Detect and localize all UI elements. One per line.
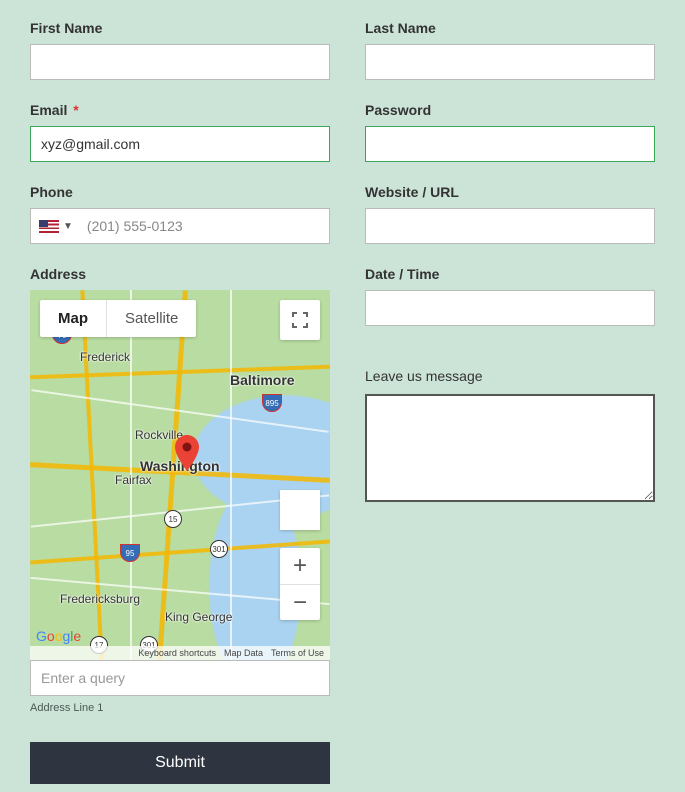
phone-input-wrap: ▼ xyxy=(30,208,330,244)
city-fairfax: Fairfax xyxy=(115,473,152,487)
map[interactable]: Frederick Baltimore Rockville Washington… xyxy=(30,290,330,660)
us-flag-icon xyxy=(39,220,59,233)
email-input[interactable] xyxy=(30,126,330,162)
datetime-label: Date / Time xyxy=(365,266,655,282)
zoom-out-button[interactable]: − xyxy=(280,584,320,620)
google-logo: Google xyxy=(36,628,81,644)
first-name-input[interactable] xyxy=(30,44,330,80)
datetime-input[interactable] xyxy=(365,290,655,326)
last-name-label: Last Name xyxy=(365,20,655,36)
map-type-toggle: Map Satellite xyxy=(40,300,196,337)
message-label: Leave us message xyxy=(365,368,655,384)
email-label: Email * xyxy=(30,102,330,118)
pegman-placeholder[interactable] xyxy=(280,490,320,530)
address-label: Address xyxy=(30,266,330,282)
phone-group: Phone ▼ xyxy=(30,184,330,244)
website-label: Website / URL xyxy=(365,184,655,200)
datetime-group: Date / Time xyxy=(365,266,655,326)
city-fredericksburg: Fredericksburg xyxy=(60,592,140,606)
city-king-george: King George xyxy=(165,610,232,624)
first-name-label: First Name xyxy=(30,20,330,36)
zoom-control: + − xyxy=(280,548,320,620)
caret-down-icon: ▼ xyxy=(63,221,73,232)
map-footer-data[interactable]: Map Data xyxy=(224,648,263,658)
address-group: Address Frederick Baltimore Rockville Wa… xyxy=(30,266,330,714)
password-label: Password xyxy=(365,102,655,118)
map-footer-terms[interactable]: Terms of Use xyxy=(271,648,324,658)
password-group: Password xyxy=(365,102,655,162)
required-star-icon: * xyxy=(73,102,78,118)
route-301a: 301 xyxy=(210,540,228,558)
website-input[interactable] xyxy=(365,208,655,244)
website-group: Website / URL xyxy=(365,184,655,244)
password-input[interactable] xyxy=(365,126,655,162)
map-footer: Keyboard shortcuts Map Data Terms of Use xyxy=(30,646,330,660)
last-name-group: Last Name xyxy=(365,20,655,80)
zoom-in-button[interactable]: + xyxy=(280,548,320,584)
address-line-1-label: Address Line 1 xyxy=(30,702,330,714)
country-selector[interactable]: ▼ xyxy=(31,220,81,233)
route-15: 15 xyxy=(164,510,182,528)
message-textarea[interactable] xyxy=(365,394,655,502)
phone-input[interactable] xyxy=(81,209,329,243)
first-name-group: First Name xyxy=(30,20,330,80)
phone-label: Phone xyxy=(30,184,330,200)
email-group: Email * xyxy=(30,102,330,162)
submit-button[interactable]: Submit xyxy=(30,742,330,784)
fullscreen-icon xyxy=(292,312,308,328)
map-type-satellite-button[interactable]: Satellite xyxy=(106,300,196,337)
map-marker-icon xyxy=(175,435,199,471)
map-footer-shortcuts[interactable]: Keyboard shortcuts xyxy=(138,648,216,658)
map-type-map-button[interactable]: Map xyxy=(40,300,106,337)
address-query-input[interactable] xyxy=(30,660,330,696)
message-group: Leave us message xyxy=(365,368,655,507)
city-baltimore: Baltimore xyxy=(230,372,295,388)
last-name-input[interactable] xyxy=(365,44,655,80)
fullscreen-button[interactable] xyxy=(280,300,320,340)
city-frederick: Frederick xyxy=(80,350,130,364)
